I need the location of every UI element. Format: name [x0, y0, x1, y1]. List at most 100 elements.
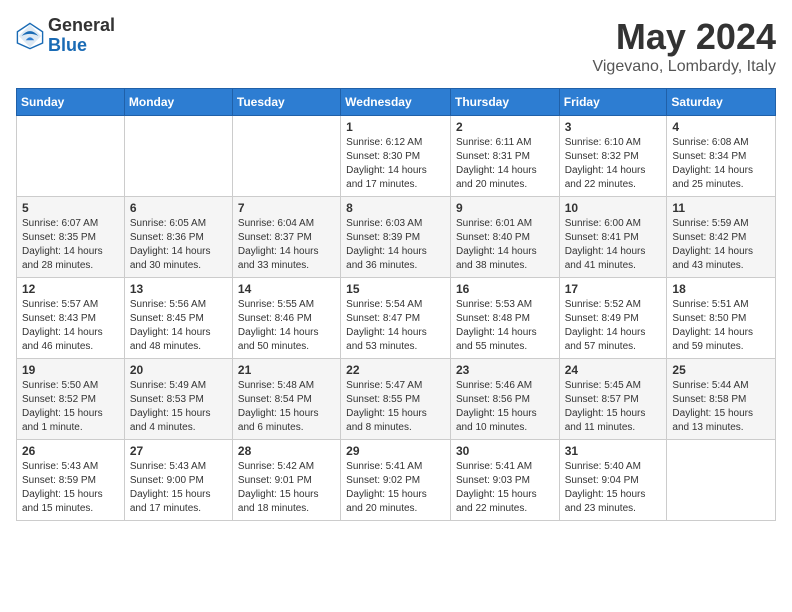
- week-row: 1 Sunrise: 6:12 AM Sunset: 8:30 PM Daylig…: [17, 116, 776, 197]
- calendar-cell: 26 Sunrise: 5:43 AM Sunset: 8:59 PM Dayli…: [17, 440, 125, 521]
- day-number: 8: [346, 201, 445, 215]
- calendar-cell: 8 Sunrise: 6:03 AM Sunset: 8:39 PM Daylig…: [341, 197, 451, 278]
- day-number: 27: [130, 444, 227, 458]
- day-number: 1: [346, 120, 445, 134]
- calendar-cell: 13 Sunrise: 5:56 AM Sunset: 8:45 PM Dayli…: [124, 278, 232, 359]
- day-info: Sunrise: 5:44 AM Sunset: 8:58 PM Dayligh…: [672, 379, 770, 435]
- day-info: Sunrise: 5:55 AM Sunset: 8:46 PM Dayligh…: [238, 298, 335, 354]
- calendar-cell: 17 Sunrise: 5:52 AM Sunset: 8:49 PM Dayli…: [559, 278, 667, 359]
- header-day-tuesday: Tuesday: [232, 89, 340, 116]
- day-number: 17: [565, 282, 662, 296]
- calendar-cell: 22 Sunrise: 5:47 AM Sunset: 8:55 PM Dayli…: [341, 359, 451, 440]
- day-number: 20: [130, 363, 227, 377]
- header-day-wednesday: Wednesday: [341, 89, 451, 116]
- day-info: Sunrise: 6:12 AM Sunset: 8:30 PM Dayligh…: [346, 136, 445, 192]
- day-number: 4: [672, 120, 770, 134]
- logo-icon: [16, 22, 44, 50]
- day-number: 16: [456, 282, 554, 296]
- day-number: 10: [565, 201, 662, 215]
- day-number: 9: [456, 201, 554, 215]
- calendar-cell: 7Sunrise: 6:04 AM Sunset: 8:37 PM Daylig…: [232, 197, 340, 278]
- day-number: 25: [672, 363, 770, 377]
- header-day-sunday: Sunday: [17, 89, 125, 116]
- week-row: 5 Sunrise: 6:07 AM Sunset: 8:35 PM Daylig…: [17, 197, 776, 278]
- day-info: Sunrise: 6:00 AM Sunset: 8:41 PM Dayligh…: [565, 217, 662, 273]
- header-row: SundayMondayTuesdayWednesdayThursdayFrid…: [17, 89, 776, 116]
- logo-text: General Blue: [48, 16, 115, 56]
- day-number: 2: [456, 120, 554, 134]
- calendar-cell: 18 Sunrise: 5:51 AM Sunset: 8:50 PM Dayli…: [667, 278, 776, 359]
- day-number: 11: [672, 201, 770, 215]
- page-header: General Blue May 2024 Vigevano, Lombardy…: [16, 16, 776, 76]
- calendar-cell: 5 Sunrise: 6:07 AM Sunset: 8:35 PM Daylig…: [17, 197, 125, 278]
- calendar-cell: [232, 116, 340, 197]
- day-number: 30: [456, 444, 554, 458]
- calendar-cell: 10 Sunrise: 6:00 AM Sunset: 8:41 PM Dayli…: [559, 197, 667, 278]
- calendar-cell: 9Sunrise: 6:01 AM Sunset: 8:40 PM Daylig…: [450, 197, 559, 278]
- calendar-cell: 20 Sunrise: 5:49 AM Sunset: 8:53 PM Dayli…: [124, 359, 232, 440]
- logo-blue: Blue: [48, 36, 115, 56]
- calendar-cell: 25 Sunrise: 5:44 AM Sunset: 8:58 PM Dayli…: [667, 359, 776, 440]
- calendar-cell: 24 Sunrise: 5:45 AM Sunset: 8:57 PM Dayli…: [559, 359, 667, 440]
- day-info: Sunrise: 5:43 AM Sunset: 8:59 PM Dayligh…: [22, 460, 119, 516]
- header-day-friday: Friday: [559, 89, 667, 116]
- calendar-cell: 6 Sunrise: 6:05 AM Sunset: 8:36 PM Daylig…: [124, 197, 232, 278]
- day-info: Sunrise: 5:40 AM Sunset: 9:04 PM Dayligh…: [565, 460, 662, 516]
- day-info: Sunrise: 5:49 AM Sunset: 8:53 PM Dayligh…: [130, 379, 227, 435]
- calendar-cell: 28Sunrise: 5:42 AM Sunset: 9:01 PM Dayli…: [232, 440, 340, 521]
- day-number: 26: [22, 444, 119, 458]
- day-info: Sunrise: 5:54 AM Sunset: 8:47 PM Dayligh…: [346, 298, 445, 354]
- calendar-cell: [17, 116, 125, 197]
- calendar-cell: 3 Sunrise: 6:10 AM Sunset: 8:32 PM Daylig…: [559, 116, 667, 197]
- calendar-cell: 14 Sunrise: 5:55 AM Sunset: 8:46 PM Dayli…: [232, 278, 340, 359]
- day-info: Sunrise: 5:48 AM Sunset: 8:54 PM Dayligh…: [238, 379, 335, 435]
- day-info: Sunrise: 6:05 AM Sunset: 8:36 PM Dayligh…: [130, 217, 227, 273]
- calendar-cell: [667, 440, 776, 521]
- day-info: Sunrise: 6:10 AM Sunset: 8:32 PM Dayligh…: [565, 136, 662, 192]
- calendar-cell: 27Sunrise: 5:43 AM Sunset: 9:00 PM Dayli…: [124, 440, 232, 521]
- day-info: Sunrise: 5:51 AM Sunset: 8:50 PM Dayligh…: [672, 298, 770, 354]
- logo-general: General: [48, 16, 115, 36]
- calendar-cell: 29Sunrise: 5:41 AM Sunset: 9:02 PM Dayli…: [341, 440, 451, 521]
- calendar-cell: 30 Sunrise: 5:41 AM Sunset: 9:03 PM Dayli…: [450, 440, 559, 521]
- header-day-saturday: Saturday: [667, 89, 776, 116]
- day-info: Sunrise: 5:59 AM Sunset: 8:42 PM Dayligh…: [672, 217, 770, 273]
- day-number: 15: [346, 282, 445, 296]
- calendar-table: SundayMondayTuesdayWednesdayThursdayFrid…: [16, 88, 776, 521]
- calendar-cell: 2 Sunrise: 6:11 AM Sunset: 8:31 PM Daylig…: [450, 116, 559, 197]
- day-info: Sunrise: 6:08 AM Sunset: 8:34 PM Dayligh…: [672, 136, 770, 192]
- day-number: 14: [238, 282, 335, 296]
- title-area: May 2024 Vigevano, Lombardy, Italy: [592, 16, 776, 76]
- day-number: 31: [565, 444, 662, 458]
- day-info: Sunrise: 6:11 AM Sunset: 8:31 PM Dayligh…: [456, 136, 554, 192]
- day-info: Sunrise: 5:47 AM Sunset: 8:55 PM Dayligh…: [346, 379, 445, 435]
- month-title: May 2024: [592, 16, 776, 58]
- calendar-cell: 12Sunrise: 5:57 AM Sunset: 8:43 PM Dayli…: [17, 278, 125, 359]
- day-number: 6: [130, 201, 227, 215]
- week-row: 12Sunrise: 5:57 AM Sunset: 8:43 PM Dayli…: [17, 278, 776, 359]
- calendar-cell: 15 Sunrise: 5:54 AM Sunset: 8:47 PM Dayli…: [341, 278, 451, 359]
- day-number: 22: [346, 363, 445, 377]
- day-number: 5: [22, 201, 119, 215]
- day-info: Sunrise: 5:56 AM Sunset: 8:45 PM Dayligh…: [130, 298, 227, 354]
- week-row: 26 Sunrise: 5:43 AM Sunset: 8:59 PM Dayli…: [17, 440, 776, 521]
- day-number: 23: [456, 363, 554, 377]
- header-day-thursday: Thursday: [450, 89, 559, 116]
- header-day-monday: Monday: [124, 89, 232, 116]
- day-info: Sunrise: 5:41 AM Sunset: 9:03 PM Dayligh…: [456, 460, 554, 516]
- day-info: Sunrise: 5:45 AM Sunset: 8:57 PM Dayligh…: [565, 379, 662, 435]
- day-info: Sunrise: 5:41 AM Sunset: 9:02 PM Dayligh…: [346, 460, 445, 516]
- day-number: 7: [238, 201, 335, 215]
- day-number: 3: [565, 120, 662, 134]
- calendar-cell: 19Sunrise: 5:50 AM Sunset: 8:52 PM Dayli…: [17, 359, 125, 440]
- day-info: Sunrise: 5:52 AM Sunset: 8:49 PM Dayligh…: [565, 298, 662, 354]
- day-number: 21: [238, 363, 335, 377]
- day-number: 24: [565, 363, 662, 377]
- day-number: 13: [130, 282, 227, 296]
- day-number: 18: [672, 282, 770, 296]
- day-info: Sunrise: 6:07 AM Sunset: 8:35 PM Dayligh…: [22, 217, 119, 273]
- day-info: Sunrise: 5:42 AM Sunset: 9:01 PM Dayligh…: [238, 460, 335, 516]
- day-info: Sunrise: 6:03 AM Sunset: 8:39 PM Dayligh…: [346, 217, 445, 273]
- day-number: 12: [22, 282, 119, 296]
- day-info: Sunrise: 5:53 AM Sunset: 8:48 PM Dayligh…: [456, 298, 554, 354]
